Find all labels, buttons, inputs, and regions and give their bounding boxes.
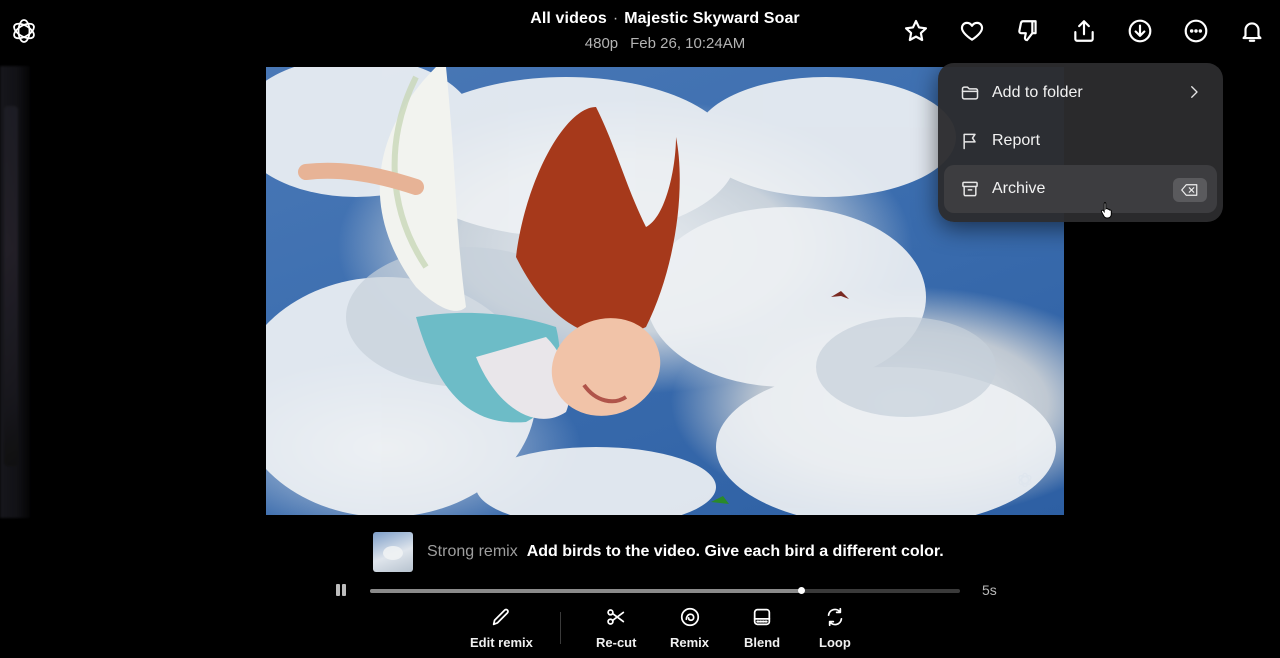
playback-scrubber-handle[interactable] bbox=[797, 587, 805, 594]
blend-label: Blend bbox=[744, 635, 781, 650]
loop-label: Loop bbox=[819, 635, 851, 650]
menu-item-label: Add to folder bbox=[992, 84, 1083, 101]
source-thumbnail[interactable] bbox=[373, 532, 413, 572]
playback-progress-bar[interactable] bbox=[370, 587, 960, 594]
pause-button[interactable] bbox=[334, 584, 348, 598]
blend-button[interactable]: Blend bbox=[744, 604, 780, 650]
menu-item-report[interactable]: Report bbox=[944, 117, 1217, 165]
folder-icon bbox=[961, 86, 979, 100]
bell-icon bbox=[1242, 22, 1262, 42]
edit-toolbar: Edit remix Re-cut Remix Blend Loop bbox=[0, 604, 1280, 658]
video-title: Majestic Skyward Soar bbox=[624, 10, 800, 27]
dislike-button[interactable] bbox=[1014, 17, 1042, 45]
star-icon bbox=[904, 19, 928, 42]
breadcrumb-separator: · bbox=[612, 10, 619, 27]
backspace-icon bbox=[1181, 184, 1198, 196]
notifications-button[interactable] bbox=[1238, 17, 1266, 45]
video-duration: 5s bbox=[982, 582, 997, 598]
loop-icon bbox=[827, 607, 843, 627]
menu-item-label: Report bbox=[992, 132, 1041, 149]
scissors-icon bbox=[607, 609, 625, 625]
remix-icon bbox=[680, 607, 699, 627]
flag-icon bbox=[963, 133, 976, 150]
like-button[interactable] bbox=[958, 17, 986, 45]
breadcrumb-all-videos[interactable]: All videos bbox=[530, 10, 607, 27]
loop-button[interactable]: Loop bbox=[819, 604, 851, 650]
chevron-right-icon bbox=[1191, 86, 1198, 98]
edit-remix-label: Edit remix bbox=[470, 635, 533, 650]
remix-prompt: Strong remix Add birds to the video. Giv… bbox=[373, 532, 944, 572]
watermark-icon bbox=[1018, 472, 1032, 488]
more-options-menu: Add to folder Report Archive bbox=[938, 63, 1223, 222]
pause-icon-bar bbox=[342, 584, 346, 596]
recut-label: Re-cut bbox=[596, 635, 637, 650]
remix-button[interactable]: Remix bbox=[670, 604, 709, 650]
top-actions bbox=[902, 17, 1266, 45]
download-icon bbox=[1128, 19, 1152, 43]
menu-item-label: Archive bbox=[992, 180, 1046, 197]
share-icon bbox=[1074, 20, 1094, 42]
pencil-icon bbox=[493, 608, 510, 626]
recut-button[interactable]: Re-cut bbox=[596, 604, 636, 650]
pause-icon bbox=[336, 584, 340, 596]
resolution-label: 480p bbox=[584, 35, 619, 52]
download-button[interactable] bbox=[1126, 17, 1154, 45]
more-options-icon bbox=[1184, 19, 1208, 43]
video-viewer: All videos · Majestic Skyward Soar 480p Feb… bbox=[0, 0, 1280, 658]
shortcut-badge bbox=[1173, 178, 1207, 202]
remix-prompt-text: Add birds to the video. Give each bird a… bbox=[526, 543, 944, 560]
share-button[interactable] bbox=[1070, 17, 1098, 45]
favorite-button[interactable] bbox=[902, 17, 930, 45]
created-date: Feb 26, 10:24AM bbox=[630, 35, 746, 52]
thumbs-down-icon bbox=[1018, 20, 1037, 42]
hand-cursor-icon bbox=[1100, 202, 1112, 219]
archive-icon bbox=[962, 181, 978, 197]
remix-label: Remix bbox=[670, 635, 710, 650]
more-options-button[interactable] bbox=[1182, 17, 1210, 45]
playback-progress-fill bbox=[370, 589, 801, 593]
blend-icon bbox=[753, 608, 771, 626]
heart-icon bbox=[960, 21, 984, 41]
toolbar-divider bbox=[560, 612, 561, 644]
menu-item-archive[interactable]: Archive bbox=[944, 165, 1217, 213]
menu-item-add-to-folder[interactable]: Add to folder bbox=[944, 69, 1217, 117]
edit-remix-button[interactable]: Edit remix bbox=[470, 604, 533, 650]
previous-video-peek[interactable] bbox=[0, 66, 30, 518]
remix-strength-label: Strong remix bbox=[427, 543, 518, 560]
